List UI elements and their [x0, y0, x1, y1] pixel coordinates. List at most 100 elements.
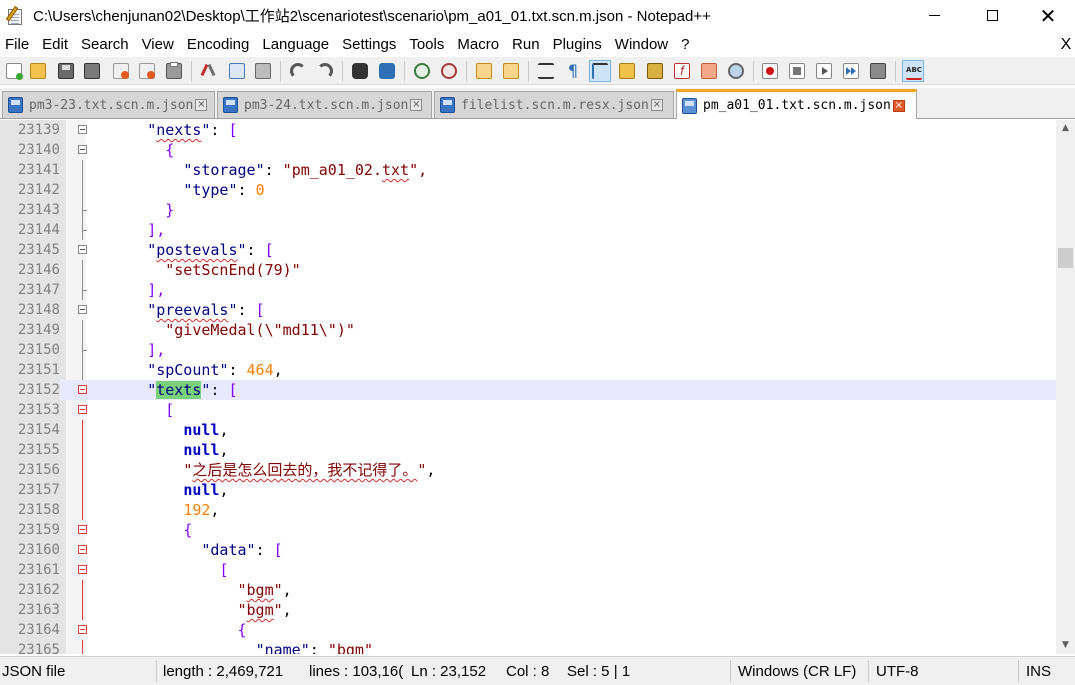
paste-button[interactable] [252, 60, 274, 82]
sync-horizontal-button[interactable] [500, 60, 522, 82]
code-line[interactable]: 23147 ], [0, 280, 1056, 300]
close-all-button[interactable] [136, 60, 158, 82]
save-button[interactable] [55, 60, 77, 82]
code-editor[interactable]: 23139 "nexts": [ 23140 { 23141 "storage"… [0, 120, 1056, 654]
fold-toggle-icon[interactable] [78, 405, 87, 414]
status-encoding[interactable]: UTF-8 [876, 657, 1016, 685]
current-code-line[interactable]: 23152 "texts": [ [0, 380, 1056, 400]
code-line[interactable]: 23162 "bgm", [0, 580, 1056, 600]
save-all-button[interactable] [81, 60, 103, 82]
menu-settings[interactable]: Settings [336, 33, 403, 57]
copy-button[interactable] [226, 60, 248, 82]
close-window-button[interactable]: ✕ [1021, 0, 1075, 31]
replace-button[interactable] [376, 60, 398, 82]
code-line[interactable]: 23151 "spCount": 464, [0, 360, 1056, 380]
code-line[interactable]: 23150 ], [0, 340, 1056, 360]
tab-close-icon[interactable]: × [650, 99, 663, 111]
print-button[interactable] [163, 60, 185, 82]
menu-macro[interactable]: Macro [451, 33, 506, 57]
tab-pm3-24[interactable]: pm3-24.txt.scn.m.json × [217, 91, 432, 118]
menu-file[interactable]: File [0, 33, 36, 57]
word-wrap-button[interactable] [535, 60, 557, 82]
fold-toggle-icon[interactable] [78, 145, 87, 154]
tab-close-icon[interactable]: × [410, 99, 423, 111]
undo-button[interactable] [287, 60, 309, 82]
tab-close-icon[interactable]: × [892, 99, 905, 112]
code-line[interactable]: 23139 "nexts": [ [0, 120, 1056, 140]
code-line[interactable]: 23159 { [0, 520, 1056, 540]
menu-view[interactable]: View [136, 33, 181, 57]
spell-check-button[interactable]: ABC [902, 60, 924, 82]
notepad-plus-plus-icon[interactable] [5, 5, 26, 26]
fold-toggle-icon[interactable] [78, 125, 87, 134]
zoom-in-button[interactable] [411, 60, 433, 82]
menu-encoding[interactable]: Encoding [181, 33, 257, 57]
code-line[interactable]: 23140 { [0, 140, 1056, 160]
fold-toggle-icon[interactable] [78, 525, 87, 534]
menu-tools[interactable]: Tools [403, 33, 451, 57]
user-defined-language-button[interactable] [616, 60, 638, 82]
fold-toggle-icon[interactable] [78, 565, 87, 574]
tab-pm-a01-01[interactable]: pm_a01_01.txt.scn.m.json × [676, 89, 917, 119]
play-macro-button[interactable] [813, 60, 835, 82]
menu-edit[interactable]: Edit [36, 33, 75, 57]
fold-toggle-icon[interactable] [78, 625, 87, 634]
code-line[interactable]: 23141 "storage": "pm_a01_02.txt", [0, 160, 1056, 180]
find-button[interactable] [349, 60, 371, 82]
fold-toggle-icon[interactable] [78, 245, 87, 254]
code-line[interactable]: 23160 "data": [ [0, 540, 1056, 560]
cut-button[interactable] [198, 60, 220, 82]
function-list-button[interactable]: f [671, 60, 693, 82]
scroll-up-icon[interactable]: ▲ [1056, 120, 1075, 137]
code-line[interactable]: 23148 "preevals": [ [0, 300, 1056, 320]
run-macro-multiple-button[interactable] [840, 60, 862, 82]
maximize-button[interactable] [963, 0, 1021, 31]
code-line[interactable]: 23145 "postevals": [ [0, 240, 1056, 260]
menu-search[interactable]: Search [75, 33, 136, 57]
scroll-down-icon[interactable]: ▼ [1056, 637, 1075, 654]
code-line[interactable]: 23143 } [0, 200, 1056, 220]
tab-pm3-23[interactable]: pm3-23.txt.scn.m.json × [2, 91, 215, 118]
menu-plugins[interactable]: Plugins [547, 33, 609, 57]
vertical-scrollbar[interactable]: ▲ ▼ [1056, 120, 1075, 654]
code-line[interactable]: 23153 [ [0, 400, 1056, 420]
close-document-button[interactable]: X [1059, 33, 1073, 57]
menu-run[interactable]: Run [506, 33, 547, 57]
redo-button[interactable] [314, 60, 336, 82]
code-line[interactable]: 23161 [ [0, 560, 1056, 580]
code-line[interactable]: 23144 ], [0, 220, 1056, 240]
fold-toggle-icon[interactable] [78, 545, 87, 554]
new-file-button[interactable] [3, 60, 25, 82]
status-eol-format[interactable]: Windows (CR LF) [738, 657, 866, 685]
code-line[interactable]: 23149 "giveMedal(\"md11\")" [0, 320, 1056, 340]
close-file-button[interactable] [110, 60, 132, 82]
zoom-out-button[interactable] [438, 60, 460, 82]
minimize-button[interactable] [905, 0, 963, 31]
menu-language[interactable]: Language [256, 33, 336, 57]
code-line[interactable]: 23146 "setScnEnd(79)" [0, 260, 1056, 280]
fold-toggle-icon[interactable] [78, 385, 87, 394]
code-line[interactable]: 23142 "type": 0 [0, 180, 1056, 200]
menu-help[interactable]: ? [675, 33, 696, 57]
indent-guide-button[interactable] [589, 60, 611, 82]
show-all-characters-button[interactable]: ¶ [562, 60, 584, 82]
fold-toggle-icon[interactable] [78, 305, 87, 314]
stop-macro-button[interactable] [786, 60, 808, 82]
code-line[interactable]: 23158 192, [0, 500, 1056, 520]
open-file-button[interactable] [27, 60, 49, 82]
menu-window[interactable]: Window [609, 33, 675, 57]
code-line[interactable]: 23156 "之后是怎么回去的，我不记得了。", [0, 460, 1056, 480]
folder-as-workspace-button[interactable] [698, 60, 720, 82]
code-line[interactable]: 23155 null, [0, 440, 1056, 460]
code-line[interactable]: 23163 "bgm", [0, 600, 1056, 620]
code-line[interactable]: 23154 null, [0, 420, 1056, 440]
code-line[interactable]: 23165 "name": "bgm" [0, 640, 1056, 654]
tab-close-icon[interactable]: × [195, 99, 208, 111]
record-macro-button[interactable] [759, 60, 781, 82]
code-line[interactable]: 23157 null, [0, 480, 1056, 500]
scrollbar-thumb[interactable] [1058, 248, 1073, 268]
code-line[interactable]: 23164 { [0, 620, 1056, 640]
status-insert-mode[interactable]: INS [1026, 657, 1071, 685]
document-map-button[interactable] [644, 60, 666, 82]
save-macro-button[interactable] [867, 60, 889, 82]
